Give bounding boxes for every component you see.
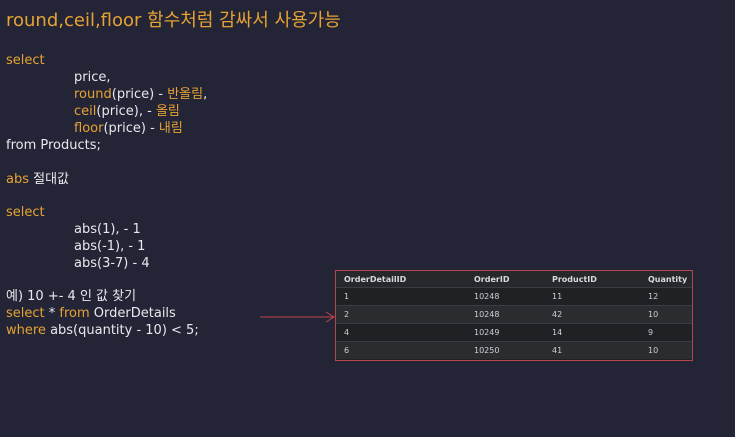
ceil-line: ceil(price), - 올림	[74, 103, 180, 120]
example-select-line: select * from OrderDetails	[6, 305, 176, 322]
result-table: OrderDetailID OrderID ProductID Quantity…	[335, 270, 693, 361]
ceil-function: ceil	[74, 104, 97, 119]
table-cell: 42	[544, 305, 640, 324]
abs-example-3: abs(3-7) - 4	[74, 256, 150, 271]
table-cell: 41	[544, 341, 640, 359]
price-column: price,	[74, 70, 111, 85]
abs-keyword: abs	[6, 172, 29, 187]
from-products: from Products;	[6, 138, 101, 153]
abs-heading: abs 절대값	[6, 171, 69, 188]
arrow-icon	[260, 311, 335, 323]
ceil-description: 올림	[155, 104, 180, 119]
header-orderdetailid: OrderDetailID	[336, 271, 466, 288]
round-comma: ,	[203, 87, 208, 102]
floor-description: 내림	[158, 121, 183, 136]
select-keyword-2: select	[6, 205, 45, 220]
example-select-keyword: select	[6, 306, 45, 321]
round-description: 반올림	[167, 87, 204, 102]
table-cell: 10	[640, 305, 692, 324]
abs-example-1: abs(1), - 1	[74, 222, 141, 237]
select-keyword: select	[6, 53, 45, 68]
table-cell: 4	[336, 323, 466, 342]
example-description: 예) 10 +- 4 인 값 찾기	[6, 289, 137, 304]
example-table-name: OrderDetails	[89, 306, 176, 321]
table-cell: 10249	[466, 323, 544, 342]
table-cell: 14	[544, 323, 640, 342]
table-cell: 2	[336, 305, 466, 324]
abs-example-2: abs(-1), - 1	[74, 239, 146, 254]
page-title: round,ceil,floor 함수처럼 감싸서 사용가능	[6, 10, 341, 31]
abs-heading-text: 절대값	[29, 172, 70, 187]
example-condition: abs(quantity - 10) < 5;	[45, 323, 199, 338]
header-orderid: OrderID	[466, 271, 544, 288]
round-args: (price) -	[111, 87, 168, 102]
example-star: *	[44, 306, 60, 321]
example-from-keyword: from	[59, 306, 90, 321]
floor-function: floor	[74, 121, 104, 136]
floor-args: (price) -	[103, 121, 159, 136]
example-where-line: where abs(quantity - 10) < 5;	[6, 322, 199, 339]
header-quantity: Quantity	[640, 271, 692, 288]
floor-line: floor(price) - 내림	[74, 120, 183, 137]
table-cell: 10248	[466, 287, 544, 306]
table-row: 6 10250 41 10	[336, 341, 692, 359]
table-cell: 6	[336, 341, 466, 359]
table-row: 2 10248 42 10	[336, 305, 692, 324]
ceil-args: (price), -	[96, 104, 156, 119]
table-row: 4 10249 14 9	[336, 323, 692, 342]
header-productid: ProductID	[544, 271, 640, 288]
table-cell: 10248	[466, 305, 544, 324]
table-cell: 12	[640, 287, 692, 306]
round-line: round(price) - 반올림,	[74, 86, 207, 103]
table-cell: 10250	[466, 341, 544, 359]
table-cell: 9	[640, 323, 692, 342]
table-header-row: OrderDetailID OrderID ProductID Quantity	[336, 271, 692, 288]
example-where-keyword: where	[6, 323, 46, 338]
table-cell: 10	[640, 341, 692, 359]
table-row: 1 10248 11 12	[336, 287, 692, 306]
table-cell: 1	[336, 287, 466, 306]
round-function: round	[74, 87, 112, 102]
table-cell: 11	[544, 287, 640, 306]
